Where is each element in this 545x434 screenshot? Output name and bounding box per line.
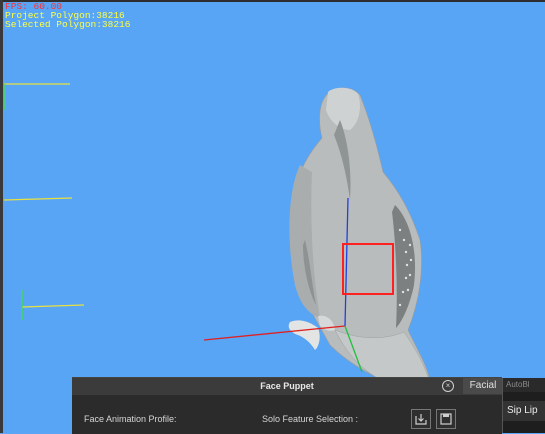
tab-facial[interactable]: Facial bbox=[463, 378, 503, 394]
side-panel-header: AutoBl bbox=[503, 378, 545, 392]
3d-viewport[interactable]: FPS: 60.00 Project Polygon:38216 Selecte… bbox=[0, 0, 545, 433]
face-puppet-title: Face Puppet bbox=[72, 378, 502, 395]
left-gizmo-top bbox=[4, 83, 70, 110]
left-gizmo-middle bbox=[3, 197, 73, 201]
face-animation-profile-label: Face Animation Profile: bbox=[84, 414, 177, 424]
close-icon[interactable]: × bbox=[442, 380, 454, 392]
save-icon bbox=[440, 413, 452, 425]
face-puppet-panel: Face Puppet × Face Animation Profile: So… bbox=[72, 377, 502, 434]
load-profile-icon bbox=[415, 414, 427, 425]
viewport-stats: FPS: 60.00 Project Polygon:38216 Selecte… bbox=[5, 2, 131, 30]
solo-feature-selection-label: Solo Feature Selection : bbox=[262, 414, 359, 424]
left-gizmo-bottom bbox=[21, 290, 85, 320]
save-button[interactable] bbox=[436, 409, 456, 429]
sip-lip-button[interactable]: Sip Lip bbox=[503, 401, 545, 421]
scene-svg bbox=[3, 83, 433, 391]
bird-model[interactable] bbox=[288, 87, 433, 391]
side-panel: AutoBl Sip Lip bbox=[502, 378, 545, 433]
load-profile-button[interactable] bbox=[411, 409, 431, 429]
selected-polygon-readout: Selected Polygon:38216 bbox=[5, 19, 131, 30]
